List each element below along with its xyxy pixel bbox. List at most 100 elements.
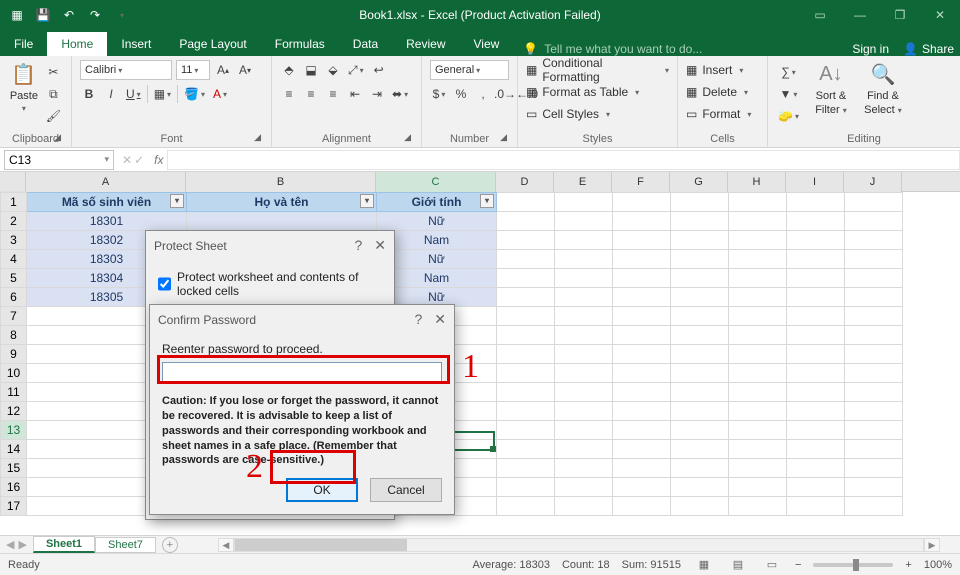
cell[interactable]: [555, 326, 613, 345]
close-icon[interactable]: ✕: [434, 311, 446, 328]
align-middle-icon[interactable]: ⬓: [302, 60, 320, 80]
font-launcher[interactable]: ◢: [254, 132, 261, 143]
cell[interactable]: [671, 269, 729, 288]
close-icon[interactable]: ✕: [920, 1, 960, 29]
cell[interactable]: [555, 497, 613, 516]
name-box[interactable]: C13▾: [4, 150, 114, 170]
tab-insert[interactable]: Insert: [107, 32, 165, 56]
cell[interactable]: [845, 250, 903, 269]
cell[interactable]: [671, 440, 729, 459]
column-header-H[interactable]: H: [728, 172, 786, 192]
column-header-C[interactable]: C: [376, 172, 496, 192]
cell[interactable]: [671, 402, 729, 421]
fill-icon[interactable]: ▼: [776, 84, 801, 104]
italic-button[interactable]: I: [102, 84, 120, 104]
cell[interactable]: [671, 345, 729, 364]
tab-page-layout[interactable]: Page Layout: [165, 32, 260, 56]
cell[interactable]: [845, 212, 903, 231]
conditional-formatting-button[interactable]: ▦Conditional Formatting▾: [526, 60, 669, 80]
wrap-text-icon[interactable]: ↩: [370, 60, 388, 80]
cell[interactable]: [671, 212, 729, 231]
confirm-password-input[interactable]: [162, 362, 442, 384]
cell[interactable]: [845, 307, 903, 326]
enter-formula-icon[interactable]: ✓: [134, 153, 144, 167]
sign-in-link[interactable]: Sign in: [852, 42, 889, 56]
row-header[interactable]: 10: [1, 364, 27, 383]
cell[interactable]: [497, 269, 555, 288]
cell[interactable]: [613, 193, 671, 212]
cell[interactable]: [497, 383, 555, 402]
number-launcher[interactable]: ◢: [500, 132, 507, 143]
cell[interactable]: [787, 497, 845, 516]
normal-view-icon[interactable]: ▦: [693, 556, 715, 574]
cancel-formula-icon[interactable]: ✕: [122, 153, 132, 167]
cell[interactable]: [845, 459, 903, 478]
cut-icon[interactable]: ✂: [44, 62, 63, 82]
column-header-G[interactable]: G: [670, 172, 728, 192]
zoom-level[interactable]: 100%: [924, 559, 952, 571]
cell[interactable]: [671, 383, 729, 402]
cell[interactable]: [671, 421, 729, 440]
zoom-slider[interactable]: [813, 563, 893, 567]
cell[interactable]: [845, 326, 903, 345]
row-header[interactable]: 14: [1, 440, 27, 459]
column-header-E[interactable]: E: [554, 172, 612, 192]
restore-icon[interactable]: ❐: [880, 1, 920, 29]
protect-contents-checkbox[interactable]: [158, 277, 171, 291]
cell[interactable]: [845, 478, 903, 497]
cell[interactable]: [613, 421, 671, 440]
cell[interactable]: [787, 193, 845, 212]
new-sheet-button[interactable]: +: [162, 537, 178, 553]
increase-decimal-icon[interactable]: .0→: [496, 84, 514, 104]
cell[interactable]: [729, 231, 787, 250]
filter-button[interactable]: ▾: [480, 194, 494, 208]
column-header-F[interactable]: F: [612, 172, 670, 192]
row-header[interactable]: 2: [1, 212, 27, 231]
cell[interactable]: [613, 326, 671, 345]
cell[interactable]: [729, 193, 787, 212]
cell[interactable]: [729, 459, 787, 478]
align-bottom-icon[interactable]: ⬙: [324, 60, 342, 80]
row-header[interactable]: 12: [1, 402, 27, 421]
row-header[interactable]: 4: [1, 250, 27, 269]
cell[interactable]: [613, 269, 671, 288]
ok-button[interactable]: OK: [286, 478, 358, 502]
delete-cells-button[interactable]: ▦Delete▾: [686, 82, 759, 102]
cell[interactable]: [729, 269, 787, 288]
paste-button[interactable]: 📋 Paste ▾: [8, 60, 40, 113]
format-as-table-button[interactable]: ▦Format as Table▾: [526, 82, 669, 102]
horizontal-scrollbar[interactable]: ◀ ▶: [218, 538, 940, 552]
cell[interactable]: [729, 402, 787, 421]
cell[interactable]: [555, 421, 613, 440]
cell[interactable]: [555, 212, 613, 231]
page-break-view-icon[interactable]: ▭: [761, 556, 783, 574]
row-header[interactable]: 13: [1, 421, 27, 440]
insert-cells-button[interactable]: ▦Insert▾: [686, 60, 759, 80]
protect-checkbox-row[interactable]: Protect worksheet and contents of locked…: [158, 270, 382, 298]
cell[interactable]: [845, 383, 903, 402]
row-header[interactable]: 11: [1, 383, 27, 402]
cell[interactable]: [787, 212, 845, 231]
cell[interactable]: [729, 345, 787, 364]
close-icon[interactable]: ✕: [374, 237, 386, 254]
font-color-button[interactable]: A: [211, 84, 229, 104]
cell[interactable]: [845, 269, 903, 288]
comma-icon[interactable]: ,: [474, 84, 492, 104]
cell[interactable]: [729, 421, 787, 440]
cell[interactable]: [787, 440, 845, 459]
cell[interactable]: [671, 326, 729, 345]
cell[interactable]: [613, 440, 671, 459]
cell[interactable]: [613, 288, 671, 307]
cell[interactable]: [845, 345, 903, 364]
formula-input[interactable]: [167, 150, 960, 170]
cell[interactable]: [845, 364, 903, 383]
column-header-B[interactable]: B: [186, 172, 376, 192]
row-header[interactable]: 7: [1, 307, 27, 326]
cell[interactable]: [729, 497, 787, 516]
column-header-D[interactable]: D: [496, 172, 554, 192]
align-center-icon[interactable]: ≡: [302, 84, 320, 104]
share-button[interactable]: 👤Share: [903, 42, 954, 56]
cell[interactable]: [613, 212, 671, 231]
align-left-icon[interactable]: ≡: [280, 84, 298, 104]
column-header-A[interactable]: A: [26, 172, 186, 192]
